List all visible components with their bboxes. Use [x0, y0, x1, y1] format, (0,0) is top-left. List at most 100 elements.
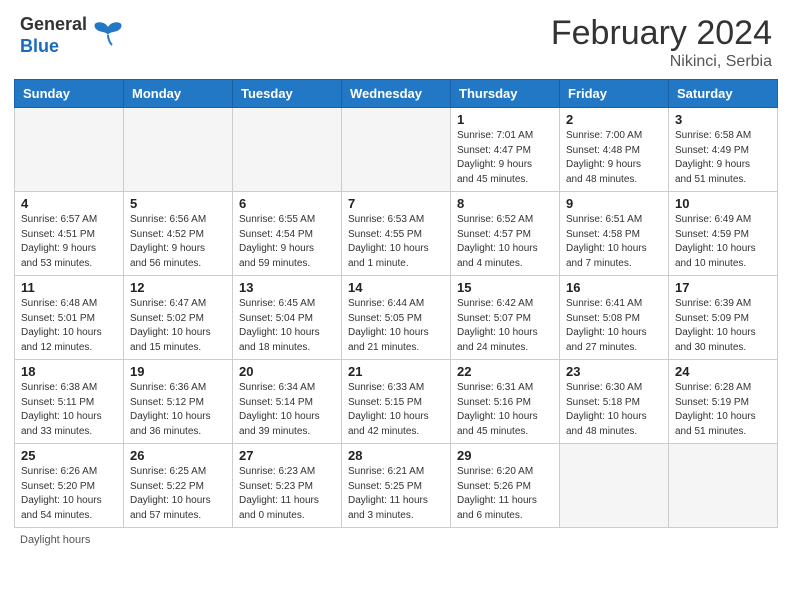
calendar-day-12: 12Sunrise: 6:47 AM Sunset: 5:02 PM Dayli…	[124, 276, 233, 360]
day-number: 9	[566, 196, 662, 211]
calendar-day-17: 17Sunrise: 6:39 AM Sunset: 5:09 PM Dayli…	[669, 276, 778, 360]
calendar-table: SundayMondayTuesdayWednesdayThursdayFrid…	[14, 79, 778, 528]
day-number: 13	[239, 280, 335, 295]
calendar-day-25: 25 Sunrise: 6:26 AM Sunset: 5:20 PM Dayli…	[15, 444, 124, 528]
title-area: February 2024 Nikinci, Serbia	[551, 14, 772, 71]
day-info: Sunrise: 6:20 AM Sunset: 5:26 PM Dayligh…	[457, 465, 553, 523]
day-number: 12	[130, 280, 226, 295]
calendar-day-5: 5 Sunrise: 6:56 AM Sunset: 4:52 PM Daylig…	[124, 192, 233, 276]
day-info: Sunrise: 6:39 AM Sunset: 5:09 PM Dayligh…	[675, 297, 771, 355]
day-header-wednesday: Wednesday	[342, 80, 451, 108]
calendar-day-2: 2Sunrise: 7:00 AM Sunset: 4:48 PM Daylig…	[560, 108, 669, 192]
day-number: 27	[239, 448, 335, 463]
day-info: Sunrise: 6:48 AM Sunset: 5:01 PM Dayligh…	[21, 297, 117, 355]
calendar-day-9: 9Sunrise: 6:51 AM Sunset: 4:58 PM Daylig…	[560, 192, 669, 276]
calendar-day-15: 15 Sunrise: 6:42 AM Sunset: 5:07 PM Dayli…	[451, 276, 560, 360]
calendar-container: SundayMondayTuesdayWednesdayThursdayFrid…	[0, 79, 792, 528]
day-info: Sunrise: 7:01 AM Sunset: 4:47 PM Dayligh…	[457, 129, 553, 187]
logo: General Blue	[20, 14, 124, 57]
footer: Daylight hours	[0, 528, 792, 552]
calendar-day-29: 29 Sunrise: 6:20 AM Sunset: 5:26 PM Dayli…	[451, 444, 560, 528]
day-header-thursday: Thursday	[451, 80, 560, 108]
calendar-day-23: 23 Sunrise: 6:30 AM Sunset: 5:18 PM Dayli…	[560, 360, 669, 444]
calendar-day-20: 20Sunrise: 6:34 AM Sunset: 5:14 PM Dayli…	[233, 360, 342, 444]
calendar-day-empty	[233, 108, 342, 192]
day-number: 14	[348, 280, 444, 295]
day-number: 24	[675, 364, 771, 379]
day-info: Sunrise: 6:55 AM Sunset: 4:54 PM Dayligh…	[239, 213, 335, 271]
day-number: 25	[21, 448, 117, 463]
calendar-day-empty	[124, 108, 233, 192]
calendar-week-row: 11Sunrise: 6:48 AM Sunset: 5:01 PM Dayli…	[15, 276, 778, 360]
day-info: Sunrise: 6:36 AM Sunset: 5:12 PM Dayligh…	[130, 381, 226, 439]
calendar-day-24: 24Sunrise: 6:28 AM Sunset: 5:19 PM Dayli…	[669, 360, 778, 444]
calendar-header-row: SundayMondayTuesdayWednesdayThursdayFrid…	[15, 80, 778, 108]
day-header-saturday: Saturday	[669, 80, 778, 108]
month-year: February 2024	[551, 14, 772, 53]
day-number: 8	[457, 196, 553, 211]
day-number: 15	[457, 280, 553, 295]
calendar-week-row: 18 Sunrise: 6:38 AM Sunset: 5:11 PM Dayli…	[15, 360, 778, 444]
calendar-day-7: 7Sunrise: 6:53 AM Sunset: 4:55 PM Daylig…	[342, 192, 451, 276]
calendar-week-row: 25 Sunrise: 6:26 AM Sunset: 5:20 PM Dayli…	[15, 444, 778, 528]
day-number: 28	[348, 448, 444, 463]
day-number: 20	[239, 364, 335, 379]
day-number: 6	[239, 196, 335, 211]
calendar-day-empty	[669, 444, 778, 528]
day-info: Sunrise: 6:41 AM Sunset: 5:08 PM Dayligh…	[566, 297, 662, 355]
calendar-day-4: 4 Sunrise: 6:57 AM Sunset: 4:51 PM Daylig…	[15, 192, 124, 276]
day-number: 1	[457, 112, 553, 127]
day-info: Sunrise: 6:26 AM Sunset: 5:20 PM Dayligh…	[21, 465, 117, 523]
calendar-day-11: 11Sunrise: 6:48 AM Sunset: 5:01 PM Dayli…	[15, 276, 124, 360]
calendar-week-row: 1 Sunrise: 7:01 AM Sunset: 4:47 PM Daylig…	[15, 108, 778, 192]
day-number: 7	[348, 196, 444, 211]
day-info: Sunrise: 6:21 AM Sunset: 5:25 PM Dayligh…	[348, 465, 444, 523]
logo-text: General Blue	[20, 14, 87, 57]
day-number: 16	[566, 280, 662, 295]
day-info: Sunrise: 6:56 AM Sunset: 4:52 PM Dayligh…	[130, 213, 226, 271]
day-info: Sunrise: 6:30 AM Sunset: 5:18 PM Dayligh…	[566, 381, 662, 439]
day-info: Sunrise: 7:00 AM Sunset: 4:48 PM Dayligh…	[566, 129, 662, 187]
calendar-day-16: 16 Sunrise: 6:41 AM Sunset: 5:08 PM Dayli…	[560, 276, 669, 360]
logo-bird-icon	[92, 17, 124, 54]
day-header-monday: Monday	[124, 80, 233, 108]
calendar-day-10: 10Sunrise: 6:49 AM Sunset: 4:59 PM Dayli…	[669, 192, 778, 276]
daylight-hours-label: Daylight hours	[20, 534, 90, 546]
day-number: 5	[130, 196, 226, 211]
day-number: 22	[457, 364, 553, 379]
logo-general: General	[20, 14, 87, 36]
calendar-day-empty	[560, 444, 669, 528]
calendar-day-22: 22Sunrise: 6:31 AM Sunset: 5:16 PM Dayli…	[451, 360, 560, 444]
calendar-day-27: 27 Sunrise: 6:23 AM Sunset: 5:23 PM Dayli…	[233, 444, 342, 528]
day-number: 4	[21, 196, 117, 211]
calendar-day-21: 21Sunrise: 6:33 AM Sunset: 5:15 PM Dayli…	[342, 360, 451, 444]
day-info: Sunrise: 6:42 AM Sunset: 5:07 PM Dayligh…	[457, 297, 553, 355]
day-header-sunday: Sunday	[15, 80, 124, 108]
calendar-day-18: 18 Sunrise: 6:38 AM Sunset: 5:11 PM Dayli…	[15, 360, 124, 444]
day-number: 23	[566, 364, 662, 379]
day-header-tuesday: Tuesday	[233, 80, 342, 108]
logo-blue: Blue	[20, 36, 87, 58]
day-info: Sunrise: 6:58 AM Sunset: 4:49 PM Dayligh…	[675, 129, 771, 187]
day-info: Sunrise: 6:52 AM Sunset: 4:57 PM Dayligh…	[457, 213, 553, 271]
day-info: Sunrise: 6:45 AM Sunset: 5:04 PM Dayligh…	[239, 297, 335, 355]
day-info: Sunrise: 6:33 AM Sunset: 5:15 PM Dayligh…	[348, 381, 444, 439]
location: Nikinci, Serbia	[551, 53, 772, 71]
calendar-day-1: 1 Sunrise: 7:01 AM Sunset: 4:47 PM Daylig…	[451, 108, 560, 192]
day-info: Sunrise: 6:49 AM Sunset: 4:59 PM Dayligh…	[675, 213, 771, 271]
calendar-day-19: 19 Sunrise: 6:36 AM Sunset: 5:12 PM Dayli…	[124, 360, 233, 444]
day-number: 19	[130, 364, 226, 379]
header: General Blue February 2024 Nikinci, Serb…	[0, 0, 792, 79]
day-number: 18	[21, 364, 117, 379]
day-header-friday: Friday	[560, 80, 669, 108]
day-info: Sunrise: 6:57 AM Sunset: 4:51 PM Dayligh…	[21, 213, 117, 271]
calendar-day-14: 14Sunrise: 6:44 AM Sunset: 5:05 PM Dayli…	[342, 276, 451, 360]
calendar-day-6: 6 Sunrise: 6:55 AM Sunset: 4:54 PM Daylig…	[233, 192, 342, 276]
day-info: Sunrise: 6:38 AM Sunset: 5:11 PM Dayligh…	[21, 381, 117, 439]
day-number: 29	[457, 448, 553, 463]
calendar-day-13: 13 Sunrise: 6:45 AM Sunset: 5:04 PM Dayli…	[233, 276, 342, 360]
calendar-day-empty	[15, 108, 124, 192]
day-info: Sunrise: 6:23 AM Sunset: 5:23 PM Dayligh…	[239, 465, 335, 523]
calendar-day-28: 28 Sunrise: 6:21 AM Sunset: 5:25 PM Dayli…	[342, 444, 451, 528]
day-number: 26	[130, 448, 226, 463]
